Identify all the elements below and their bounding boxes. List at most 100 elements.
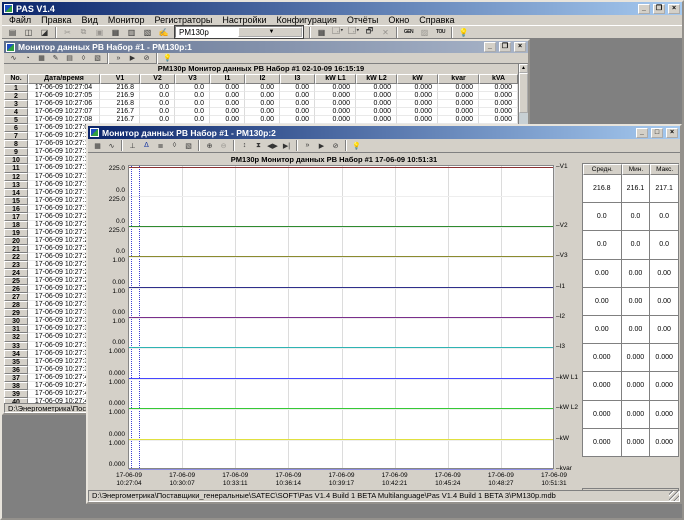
paste-icon[interactable]: ▣ (92, 26, 107, 38)
zoom-out-icon[interactable]: ⊖ (217, 140, 230, 151)
zoom-in-icon[interactable]: ⊕ (203, 140, 216, 151)
stop-icon[interactable]: ⊘ (140, 53, 153, 63)
properties-icon[interactable]: ▧ (140, 26, 155, 38)
save-icon[interactable]: ◫ (21, 26, 36, 38)
menu-Настройки[interactable]: Настройки (217, 15, 271, 25)
next-point-icon[interactable]: ▶| (280, 140, 293, 151)
window1-minimize-button[interactable]: _ (484, 42, 496, 52)
markers-icon[interactable]: ⊥ (126, 140, 139, 151)
help-icon[interactable]: 💡 (456, 26, 471, 38)
edit-setup-icon[interactable]: ✎ (49, 53, 62, 63)
column-header-kW[interactable]: kW (397, 74, 438, 84)
open-icon[interactable]: ▤ (5, 26, 20, 38)
y-axis-max-label: 225.0 (108, 226, 125, 234)
window2-close-button[interactable]: × (666, 127, 678, 138)
menu-Регистраторы[interactable]: Регистраторы (149, 15, 217, 25)
copy-icon[interactable]: ⧉ (76, 26, 91, 38)
menu-Файл[interactable]: Файл (4, 15, 36, 25)
connect-icon[interactable]: ✍ (156, 26, 171, 38)
column-header-kW L2[interactable]: kW L2 (356, 74, 397, 84)
column-header-V2[interactable]: V2 (140, 74, 175, 84)
restore-button[interactable]: ❐ (653, 3, 665, 14)
menu-Монитор[interactable]: Монитор (103, 15, 150, 25)
vertical-scale-icon[interactable]: ↕ (238, 140, 251, 151)
export-icon[interactable]: ◪ (37, 26, 52, 38)
menu-Конфигурация[interactable]: Конфигурация (271, 15, 341, 25)
poll-continuous-icon[interactable]: » (112, 53, 125, 63)
window1-close-button[interactable]: × (514, 42, 526, 52)
tou-settings-icon[interactable]: TOU (433, 26, 448, 38)
cell-value: 0.0 (175, 100, 210, 109)
stop-icon[interactable]: ⊘ (329, 140, 342, 151)
rt-chart-icon[interactable]: ∿ (7, 53, 20, 63)
table-view-icon[interactable]: ▤ (63, 53, 76, 63)
main-titlebar[interactable]: PAS V1.4 _ ❐ × (2, 2, 682, 15)
histogram-icon[interactable]: ▦ (35, 53, 48, 63)
close-button[interactable]: × (668, 3, 680, 14)
column-header-kvar[interactable]: kvar (438, 74, 479, 84)
table-row[interactable]: 3 17-06-09 10:27:06 216.8 0.0 0.0 0.00 0.00 0.0… (4, 100, 518, 109)
window2-maximize-button[interactable]: □ (651, 127, 663, 138)
window1-restore-button[interactable]: ❐ (499, 42, 511, 52)
time-range-icon[interactable]: ⧗ (252, 140, 265, 151)
dropdown-arrow-icon[interactable]: ▼ (238, 27, 302, 37)
channel-list-icon[interactable]: ≣ (154, 140, 167, 151)
window1-titlebar[interactable]: Монитор данных РВ Набор #1 - PM130p:1 _ … (4, 41, 528, 53)
logs-dropdown-icon[interactable]: 🗔▾ (346, 26, 361, 38)
poll-continuous-icon[interactable]: » (301, 140, 314, 151)
row-number: 39 (4, 389, 28, 398)
data-monitor-icon[interactable]: ▦ (314, 26, 329, 38)
chart-view-icon[interactable]: ∿ (105, 140, 118, 151)
window2-help-icon[interactable]: 💡 (350, 140, 363, 151)
print-preview-icon[interactable]: ▥ (124, 26, 139, 38)
poll-icon[interactable]: ▶ (126, 53, 139, 63)
gen-settings-icon[interactable]: GEN (401, 26, 416, 38)
stop-comm-icon[interactable]: ✕ (378, 26, 393, 38)
pq-settings-icon[interactable]: ▨ (417, 26, 432, 38)
options-icon[interactable]: ▧ (182, 140, 195, 151)
device-selector[interactable]: PM130p ▼ (174, 25, 304, 39)
menu-Вид[interactable]: Вид (77, 15, 103, 25)
column-header-kW L1[interactable]: kW L1 (315, 74, 356, 84)
table-row[interactable]: 1 17-06-09 10:27:04 216.8 0.0 0.0 0.00 0.00 0.0… (4, 84, 518, 93)
phasor-icon[interactable]: ◔ (21, 53, 34, 63)
column-header-No.[interactable]: No. (4, 74, 28, 84)
window-icon[interactable]: 🗗 (362, 26, 377, 38)
window2-minimize-button[interactable]: _ (636, 127, 648, 138)
menu-Отчёты[interactable]: Отчёты (342, 15, 383, 25)
menu-Правка[interactable]: Правка (36, 15, 76, 25)
probe-icon[interactable]: ◊ (168, 140, 181, 151)
column-header-kVA[interactable]: kVA (479, 74, 518, 84)
print-icon[interactable]: ▦ (108, 26, 123, 38)
monitor-dropdown-icon[interactable]: 🗔▾ (330, 26, 345, 38)
menu-Окно[interactable]: Окно (383, 15, 414, 25)
column-header-I2[interactable]: I2 (245, 74, 280, 84)
scrollbar-thumb[interactable] (519, 73, 528, 113)
poll-icon[interactable]: ▶ (315, 140, 328, 151)
table-row[interactable]: 2 17-06-09 10:27:05 216.9 0.0 0.0 0.00 0.00 0.0… (4, 92, 518, 101)
scroll-up-icon[interactable]: ▲ (519, 64, 528, 73)
table-row[interactable]: 4 17-06-09 10:27:07 216.7 0.0 0.0 0.00 0.00 0.0… (4, 108, 518, 117)
delta-icon[interactable]: Δ (140, 140, 153, 151)
column-header-I3[interactable]: I3 (280, 74, 315, 84)
y-axis-max-label: 1.00 (112, 257, 125, 265)
column-header-I1[interactable]: I1 (210, 74, 245, 84)
window1-help-icon[interactable]: 💡 (161, 53, 174, 63)
pan-icon[interactable]: ◀▶ (266, 140, 279, 151)
minimize-button[interactable]: _ (638, 3, 650, 14)
menu-Справка[interactable]: Справка (414, 15, 459, 25)
options-icon[interactable]: ▧ (91, 53, 104, 63)
cut-icon[interactable]: ✂ (60, 26, 75, 38)
probe-icon[interactable]: ◊ (77, 53, 90, 63)
chart-plot[interactable] (128, 165, 555, 470)
table-view-icon[interactable]: ▦ (91, 140, 104, 151)
resize-grip[interactable] (669, 491, 679, 501)
column-header-V3[interactable]: V3 (175, 74, 210, 84)
channel-label-I2: –I2 (556, 313, 566, 320)
stats-value: 0.0 (621, 231, 651, 260)
column-header-V1[interactable]: V1 (100, 74, 140, 84)
window2-titlebar[interactable]: Монитор данных РВ Набор #1 - PM130p:2 _ … (88, 126, 680, 139)
column-header-Дата/время[interactable]: Дата/время (28, 74, 100, 84)
channel-label-kW: –kW (556, 434, 569, 442)
band-boundary (129, 348, 553, 350)
